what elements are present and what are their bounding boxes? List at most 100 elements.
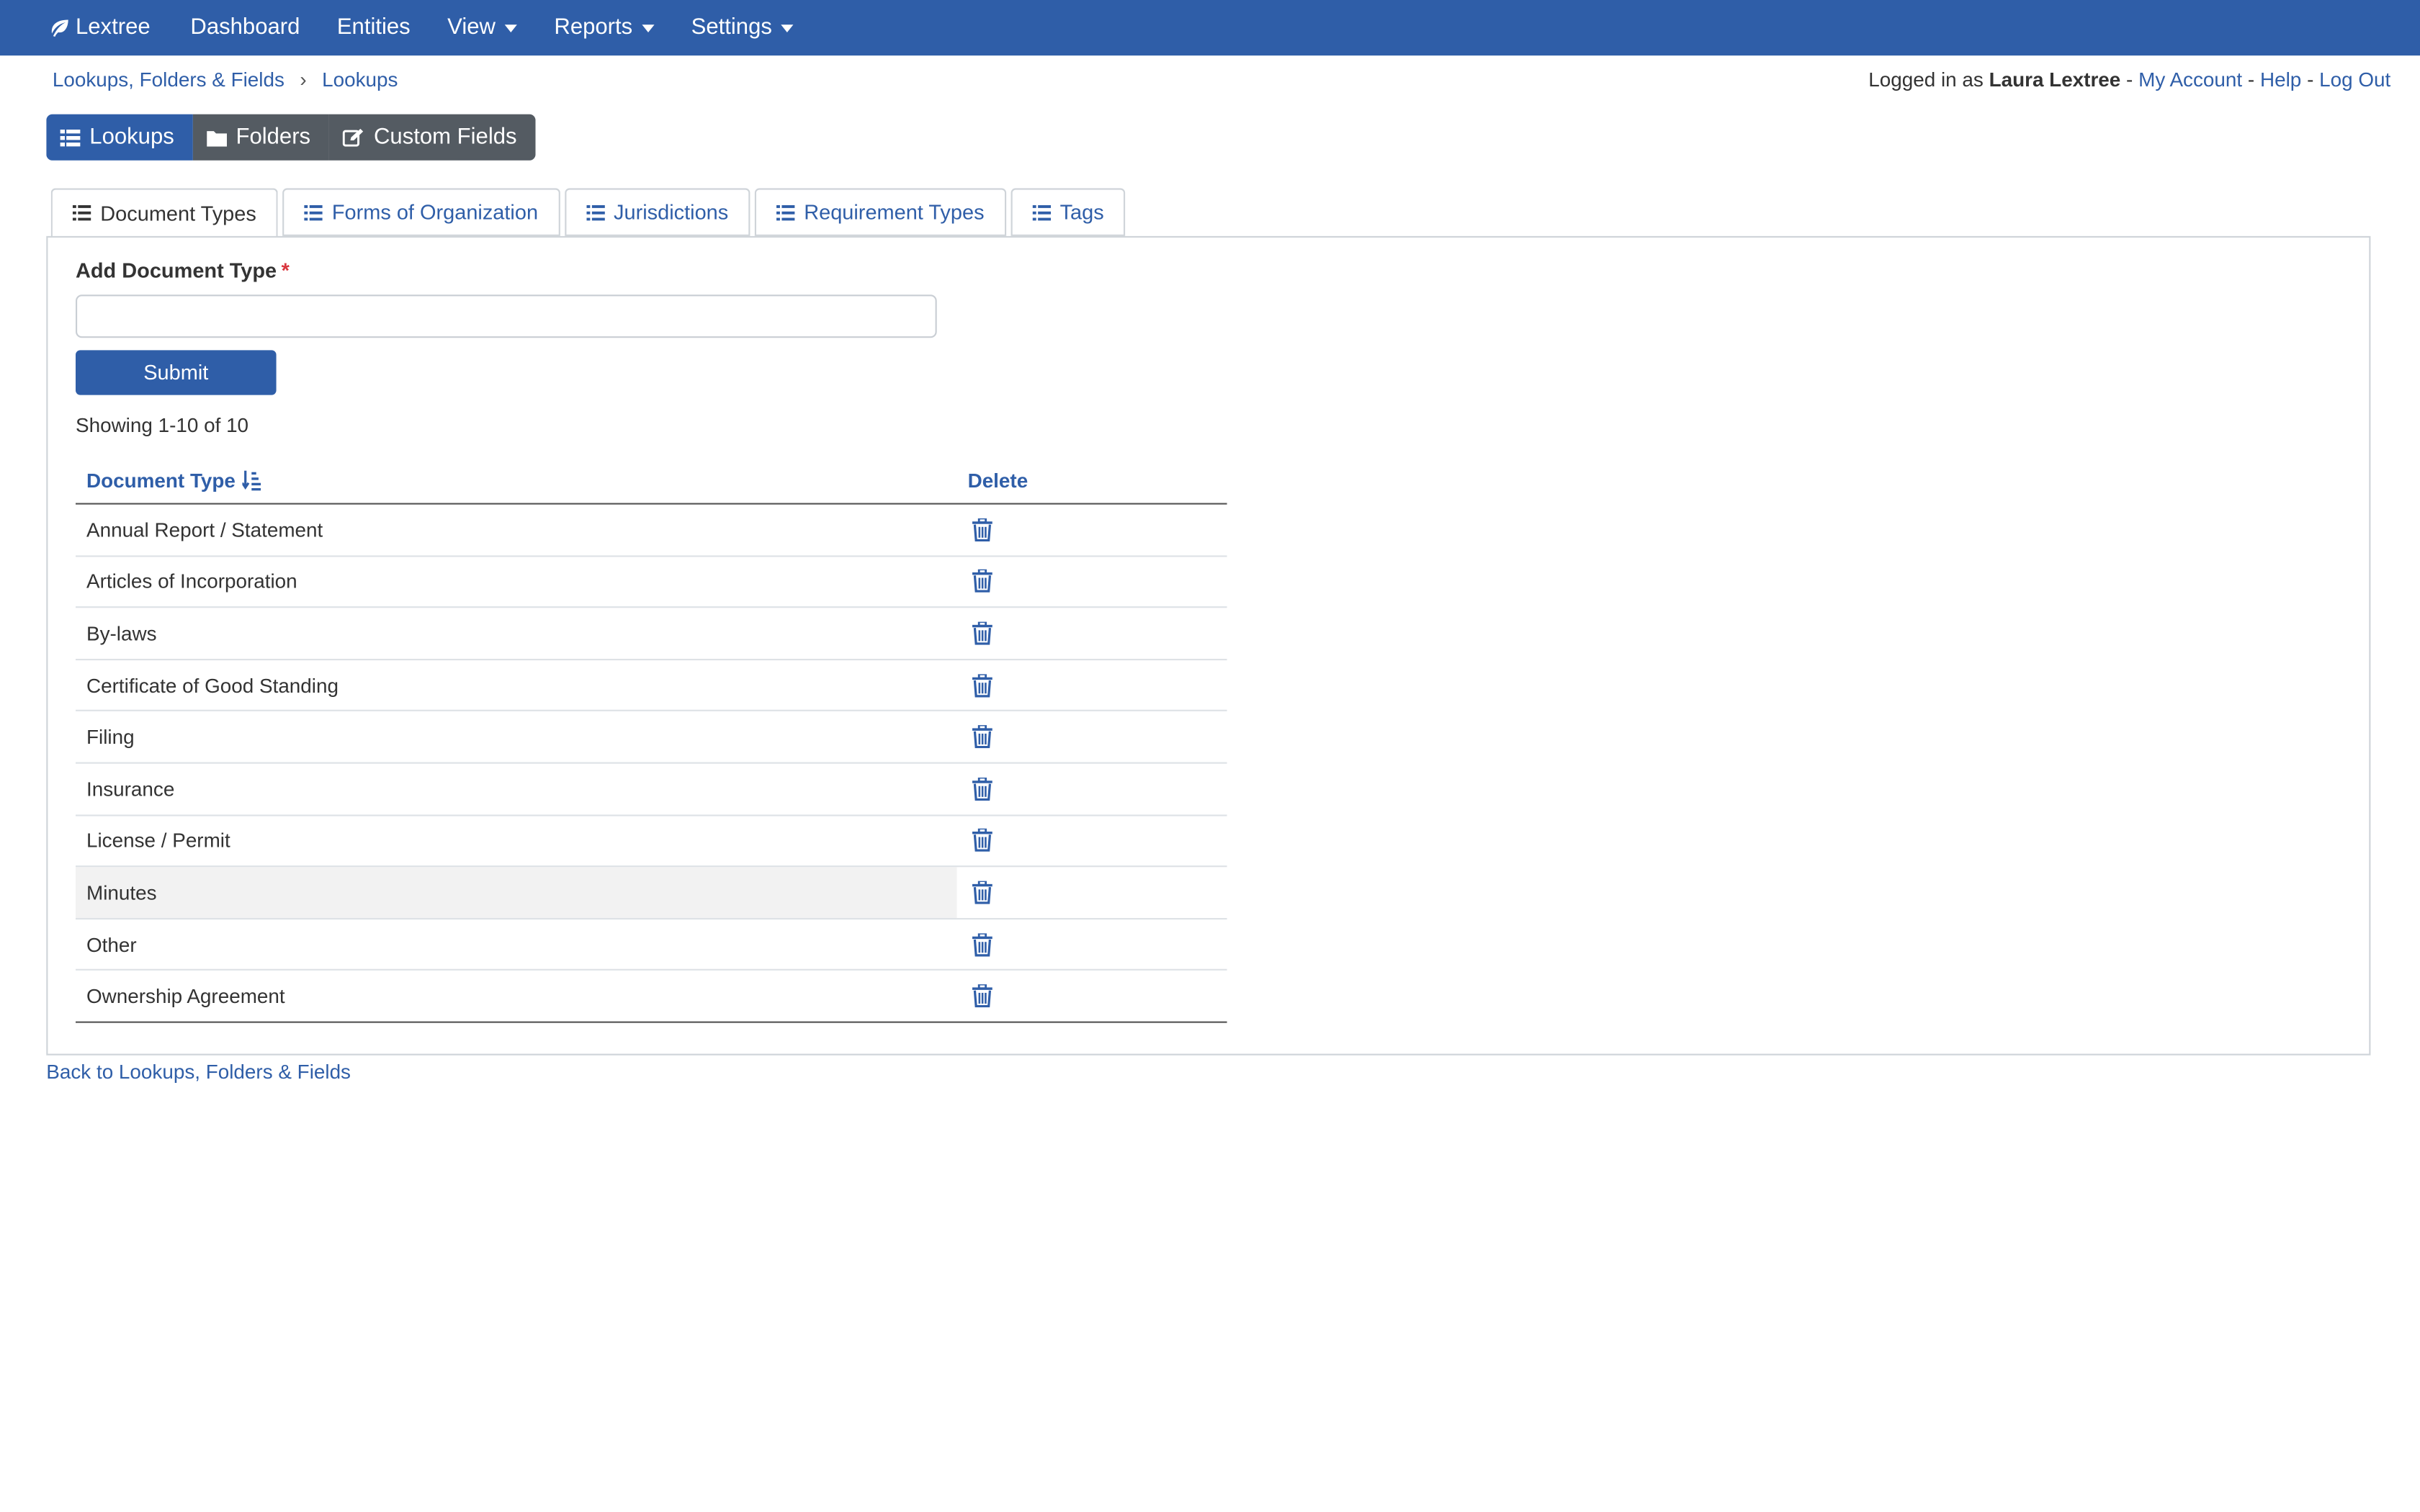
document-type-column-header[interactable]: Document Type [76,468,957,492]
document-type-cell: By-laws [86,621,157,645]
tab-label: Requirement Types [804,200,985,224]
caret-down-icon [642,24,655,32]
delete-button[interactable] [957,570,992,593]
trash-icon [972,673,992,697]
lookups-button-label: Lookups [89,125,174,150]
list-icon [60,128,81,146]
tab-label: Tags [1059,200,1104,224]
document-types-table: Document Type Delete Annual Report / Sta… [76,456,1227,1023]
tab-tags[interactable]: Tags [1010,188,1126,236]
table-row: Annual Report / Statement [76,505,1227,557]
table-row: Other [76,919,1227,971]
tab-label: Jurisdictions [614,200,729,224]
tab-forms-of-organization[interactable]: Forms of Organization [282,188,560,236]
list-icon [586,204,605,220]
tab-jurisdictions[interactable]: Jurisdictions [564,188,750,236]
nav-item-label: Entities [336,15,411,40]
list-icon [304,204,323,220]
table-row: Certificate of Good Standing [76,660,1227,712]
nav-item-reports[interactable]: Reports [554,15,655,40]
document-type-header-label: Document Type [86,468,236,492]
nav-item-label: Settings [691,15,772,40]
delete-button[interactable] [957,932,992,956]
separator: - [2126,68,2133,91]
log-out-link[interactable]: Log Out [2319,68,2390,91]
trash-icon [972,518,992,541]
tab-requirement-types[interactable]: Requirement Types [754,188,1006,236]
delete-button[interactable] [957,725,992,749]
account-info: Logged in as Laura Lextree - My Account … [1868,68,2390,91]
lookups-button[interactable]: Lookups [46,114,193,161]
nav-item-dashboard[interactable]: Dashboard [190,15,300,40]
add-document-type-label: Add Document Type * [76,259,290,282]
table-row: Articles of Incorporation [76,557,1227,608]
document-type-cell: Minutes [76,867,957,918]
required-marker: * [281,259,290,283]
add-document-type-label-text: Add Document Type [76,259,277,283]
nav-menu: Dashboard Entities View Reports Settings [190,15,830,40]
document-type-cell: Filing [86,725,135,749]
list-icon [1032,204,1051,220]
delete-button[interactable] [957,881,992,904]
tab-label: Forms of Organization [331,200,539,224]
list-icon [776,204,795,220]
document-type-cell: Insurance [86,777,175,801]
section-switcher: Lookups Folders Custom Fields [46,114,536,161]
trash-icon [972,932,992,956]
custom-fields-button-label: Custom Fields [373,125,517,150]
delete-button[interactable] [957,673,992,697]
top-navbar: Lextree Dashboard Entities View Reports Sett… [0,0,2420,56]
folders-button[interactable]: Folders [192,114,329,161]
folder-icon [206,130,227,146]
submit-button[interactable]: Submit [76,350,277,395]
nav-item-view[interactable]: View [447,15,517,40]
table-header: Document Type Delete [76,456,1227,505]
delete-button[interactable] [957,777,992,801]
nav-item-label: Dashboard [190,15,300,40]
trash-icon [972,725,992,749]
table-body: Annual Report / Statement Articles of Inc… [76,505,1227,1023]
table-row: License / Permit [76,816,1227,868]
user-name: Laura Lextree [1989,68,2121,91]
delete-button[interactable] [957,829,992,852]
delete-button[interactable] [957,621,992,645]
folders-button-label: Folders [236,125,311,150]
brand-link[interactable]: Lextree [50,15,151,40]
caret-down-icon [781,24,794,32]
chevron-right-icon: › [300,68,307,91]
tab-label: Document Types [100,201,256,225]
table-row: Filing [76,712,1227,764]
delete-column-header: Delete [967,468,1028,492]
trash-icon [972,881,992,904]
custom-fields-button[interactable]: Custom Fields [328,114,536,161]
nav-item-label: View [447,15,496,40]
trash-icon [972,621,992,645]
separator: - [2247,68,2255,91]
brand-name: Lextree [76,15,151,40]
edit-icon [343,128,364,147]
table-row: By-laws [76,608,1227,660]
delete-button[interactable] [957,984,992,1008]
document-type-cell: Other [86,932,137,956]
delete-button[interactable] [957,518,992,541]
trash-icon [972,570,992,593]
page: Lextree Dashboard Entities View Reports Sett… [0,0,2420,1512]
my-account-link[interactable]: My Account [2138,68,2242,91]
document-type-cell: Certificate of Good Standing [86,673,339,697]
nav-item-entities[interactable]: Entities [337,15,411,40]
table-row: Insurance [76,764,1227,816]
tab-document-types[interactable]: Document Types [50,188,278,238]
breadcrumb-link-lookups[interactable]: Lookups [322,68,398,91]
back-to-lookups-link[interactable]: Back to Lookups, Folders & Fields [46,1060,351,1083]
caret-down-icon [504,24,517,32]
sort-ascending-icon [241,469,261,490]
leaf-icon [51,19,68,36]
separator: - [2307,68,2314,91]
table-row: Ownership Agreement [76,971,1227,1023]
help-link[interactable]: Help [2260,68,2301,91]
nav-item-settings[interactable]: Settings [691,15,794,40]
add-document-type-input[interactable] [76,294,937,338]
breadcrumb: Lookups, Folders & Fields › Lookups [53,68,398,91]
breadcrumb-link-lookups-folders-fields[interactable]: Lookups, Folders & Fields [53,68,284,91]
document-type-cell: Ownership Agreement [86,984,285,1008]
